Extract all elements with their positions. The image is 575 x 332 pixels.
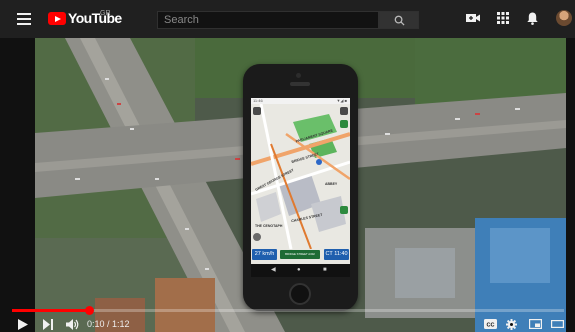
phone-speaker	[290, 82, 310, 86]
search-input[interactable]: Search	[157, 11, 379, 29]
video-letterbox-left	[0, 38, 35, 332]
miniplayer-icon[interactable]	[529, 319, 542, 329]
phone-camera	[296, 73, 301, 78]
phone-mockup: 11:46 ▼◢ ■ PARLIAMENT SQUARE BRIDGE STRE…	[243, 64, 358, 311]
map-street-label: THE CENOTAPH	[255, 224, 283, 228]
search-icon	[394, 15, 405, 26]
youtube-logo-icon[interactable]	[48, 12, 66, 25]
phone-status-time: 11:46	[253, 98, 263, 103]
phone-back-icon: ◀	[271, 267, 276, 273]
logo-text[interactable]: YouTube	[68, 10, 122, 26]
gear-icon[interactable]	[506, 319, 517, 330]
map-menu-icon	[253, 107, 261, 115]
captions-label: CC	[487, 322, 495, 328]
progress-bar[interactable]	[12, 306, 564, 315]
video-player[interactable]: 11:46 ▼◢ ■ PARLIAMENT SQUARE BRIDGE STRE…	[0, 38, 575, 332]
skip-next-icon[interactable]	[43, 319, 53, 330]
video-camera-add-icon[interactable]	[466, 12, 480, 24]
phone-screen: 11:46 ▼◢ ■ PARLIAMENT SQUARE BRIDGE STRE…	[251, 98, 350, 277]
phone-status-icons: ▼◢ ■	[336, 98, 347, 103]
play-icon[interactable]	[18, 319, 28, 330]
hamburger-menu-icon[interactable]	[17, 13, 31, 25]
apps-grid-icon[interactable]	[497, 12, 509, 24]
map-street-label: ABBEY	[325, 182, 338, 186]
phone-status-bar: 11:46 ▼◢ ■	[251, 98, 350, 104]
logo-region-code: GR	[100, 10, 111, 17]
nav-instruction: BRIDGE STREET A302	[280, 250, 320, 259]
video-letterbox-right	[566, 38, 575, 332]
bell-icon[interactable]	[527, 12, 538, 25]
progress-scrubber[interactable]	[84, 306, 94, 315]
player-controls: 0:10 / 1:12 CC	[0, 298, 575, 332]
phone-home-icon: ●	[297, 267, 301, 273]
progress-played	[12, 309, 89, 312]
nav-speed-display: 27 km/h	[252, 249, 277, 260]
nav-clock: CT 11:40	[324, 249, 349, 260]
top-bar: YouTube GR Search	[0, 0, 575, 38]
user-avatar[interactable]	[556, 10, 572, 26]
phone-nav-bar: ◀ ● ■	[251, 264, 350, 277]
map-compass-icon	[253, 233, 261, 241]
map-search-icon	[340, 107, 348, 115]
volume-icon[interactable]	[66, 319, 79, 330]
time-display: 0:10 / 1:12	[87, 319, 130, 329]
phone-recents-icon: ■	[323, 267, 327, 273]
search-button[interactable]	[379, 11, 419, 29]
map-layer-icon	[340, 120, 348, 128]
theater-mode-icon[interactable]	[551, 319, 564, 329]
captions-icon[interactable]: CC	[484, 319, 497, 329]
map-parking-icon	[340, 206, 348, 214]
